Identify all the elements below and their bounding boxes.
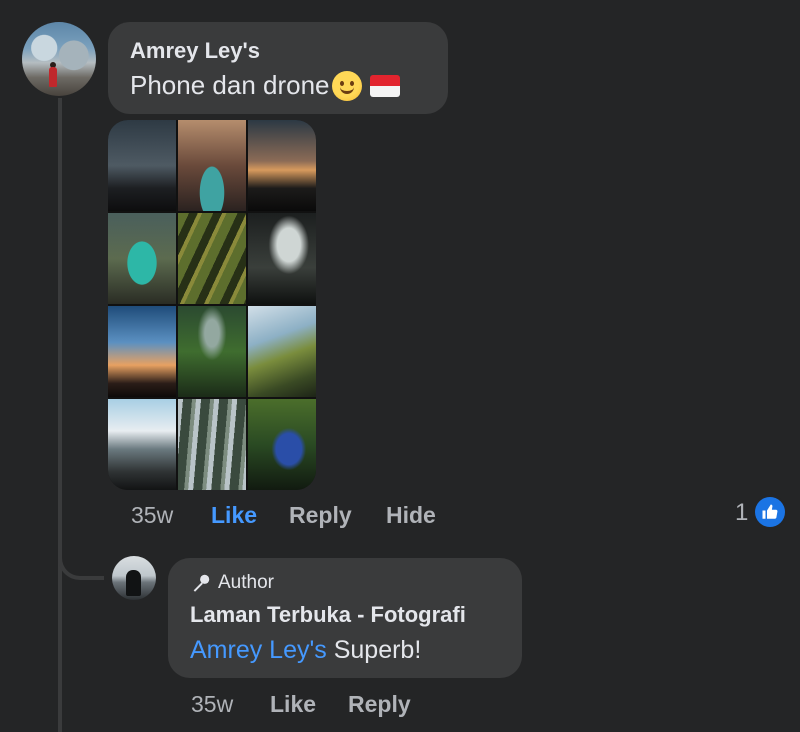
comment-thread: Amrey Ley's Phone dan drone 35w Like Rep… (0, 0, 800, 732)
photo-thumbnail (248, 306, 316, 397)
photo-thumbnail (178, 306, 246, 397)
thread-line (58, 98, 62, 732)
photo-thumbnail (178, 399, 246, 490)
smiling-face-emoji-icon (331, 70, 362, 101)
photo-thumbnail (108, 120, 176, 211)
photo-thumbnail (108, 399, 176, 490)
avatar-silhouette (126, 570, 141, 596)
photo-collage[interactable] (108, 120, 316, 490)
reply-timestamp[interactable]: 35w (191, 691, 233, 718)
reply-reply-button[interactable]: Reply (348, 691, 411, 718)
like-button[interactable]: Like (211, 502, 257, 529)
comment-text: Phone dan drone (130, 70, 400, 101)
author-badge: Author (190, 572, 274, 594)
thread-reply-connector (58, 520, 104, 580)
mention-link[interactable]: Amrey Ley's (190, 636, 327, 664)
photo-thumbnail (108, 213, 176, 304)
reply-button[interactable]: Reply (289, 502, 352, 529)
reply-text: Amrey Ley's Superb! (190, 636, 421, 665)
photo-thumbnail (178, 213, 246, 304)
reply-like-button[interactable]: Like (270, 691, 316, 718)
comment-author[interactable]: Amrey Ley's (130, 38, 260, 64)
comment-text-body: Phone dan drone (130, 70, 330, 100)
photo-thumbnail (248, 120, 316, 211)
reply-author[interactable]: Laman Terbuka - Fotografi (190, 602, 466, 628)
microphone-icon (193, 574, 210, 592)
reply-bubble: Author Laman Terbuka - Fotografi Amrey L… (168, 558, 522, 678)
photo-thumbnail (248, 213, 316, 304)
author-badge-label: Author (218, 572, 274, 593)
thumbs-up-icon[interactable] (755, 497, 785, 527)
reaction-count[interactable]: 1 (735, 499, 748, 527)
photo-thumbnail (108, 306, 176, 397)
photo-thumbnail (248, 399, 316, 490)
comment-bubble: Amrey Ley's Phone dan drone (108, 22, 448, 114)
reply-text-body: Superb! (326, 636, 422, 664)
avatar-person (49, 67, 57, 87)
comment-timestamp[interactable]: 35w (131, 502, 173, 529)
hide-button[interactable]: Hide (386, 502, 436, 529)
indonesia-flag-icon (369, 74, 400, 97)
reply-avatar[interactable] (112, 556, 156, 600)
photo-thumbnail (178, 120, 246, 211)
avatar[interactable] (22, 22, 96, 96)
